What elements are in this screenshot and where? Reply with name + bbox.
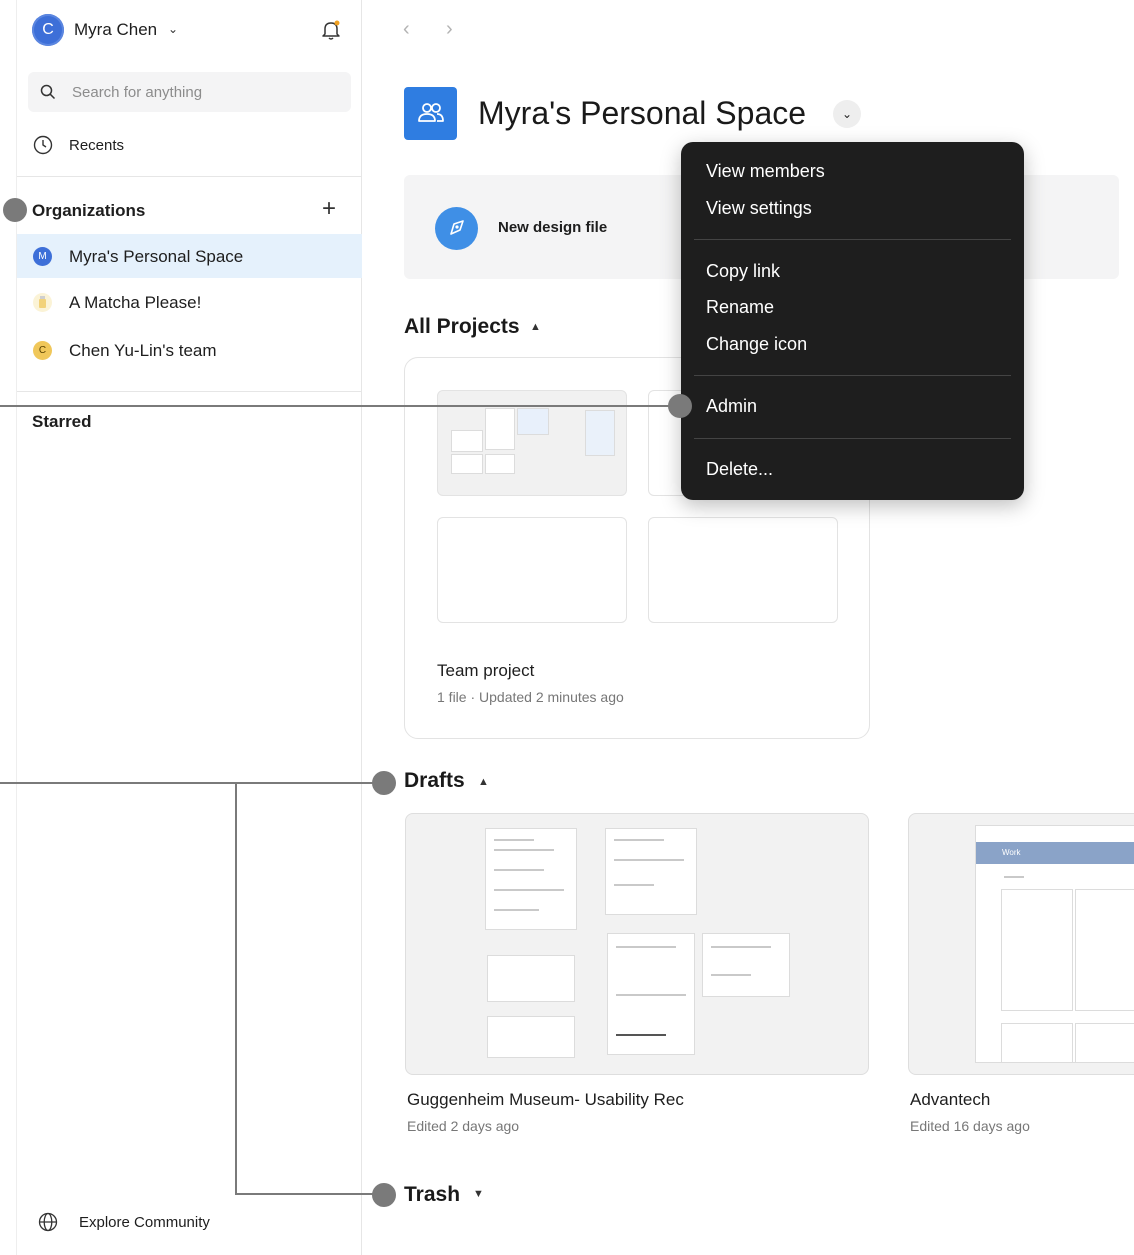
pen-tool-icon[interactable] (435, 207, 478, 250)
menu-item-copy-link[interactable]: Copy link (706, 261, 780, 282)
annotation-dot (372, 771, 396, 795)
sidebar-item-label: A Matcha Please! (69, 293, 202, 312)
thumbnail-frame (703, 934, 789, 996)
thumbnail-frame: Work (976, 826, 1134, 1062)
chevron-down-icon[interactable]: ▼ (473, 1188, 484, 1200)
divider (17, 391, 362, 392)
search-box[interactable] (28, 72, 351, 112)
draft-name[interactable]: Advantech (910, 1090, 990, 1110)
thumbnail-frame (606, 829, 696, 914)
draft-meta: Edited 2 days ago (407, 1118, 520, 1134)
explore-community-label: Explore Community (79, 1214, 210, 1231)
thumbnail-header: Work (976, 842, 1134, 864)
chevron-down-icon[interactable]: ⌄ (833, 100, 861, 128)
menu-item-admin[interactable]: Admin (706, 396, 757, 417)
chevron-up-icon[interactable]: ▲ (478, 776, 489, 788)
thumbnail-frame (486, 829, 576, 929)
thumbnail-frame (1076, 890, 1134, 1010)
annotation-line (235, 1193, 385, 1195)
all-projects-title[interactable]: All Projects (404, 315, 520, 339)
menu-separator (694, 375, 1011, 376)
globe-icon (38, 1212, 58, 1232)
thumbnail-frame (1076, 1024, 1134, 1062)
organizations-title: Organizations (32, 201, 146, 220)
sidebar-item-a-matcha-please[interactable]: A Matcha Please! (17, 280, 362, 324)
project-thumbnail (648, 517, 838, 623)
project-meta: 1 file · Updated 2 minutes ago (437, 689, 624, 705)
menu-item-delete[interactable]: Delete... (706, 459, 773, 480)
search-input[interactable] (72, 72, 342, 112)
forward-arrow-icon[interactable]: › (446, 18, 453, 41)
menu-separator (694, 239, 1011, 240)
annotation-dot (3, 198, 27, 222)
chevron-down-icon[interactable]: ⌄ (168, 22, 178, 36)
plus-icon[interactable]: + (322, 197, 336, 221)
people-icon (418, 103, 444, 122)
sidebar-item-label: Recents (69, 137, 125, 154)
thumbnail-frame (1002, 890, 1072, 1010)
org-avatar: C (33, 341, 52, 360)
sidebar-item-chen-yu-lins-team[interactable]: C Chen Yu-Lin's team (17, 328, 362, 372)
thumbnail-frame (518, 409, 548, 434)
draft-card-thumbnail[interactable]: Work (908, 813, 1134, 1075)
matcha-icon (33, 293, 52, 312)
divider (17, 176, 362, 177)
org-avatar: M (33, 247, 52, 266)
context-menu: View members View settings Copy link Ren… (681, 142, 1024, 500)
chevron-up-icon[interactable]: ▲ (530, 321, 541, 333)
thumbnail-frame (452, 455, 482, 473)
annotation-dot (668, 394, 692, 418)
drafts-title[interactable]: Drafts (404, 769, 465, 793)
menu-separator (694, 438, 1011, 439)
thumbnail-frame (488, 956, 574, 1001)
avatar[interactable]: C (32, 14, 64, 46)
thumbnail-frame (1002, 1024, 1072, 1062)
thumbnail-frame (452, 431, 482, 451)
annotation-line (235, 782, 237, 1195)
user-switcher[interactable]: C Myra Chen ⌄ (17, 12, 362, 48)
menu-item-view-settings[interactable]: View settings (706, 198, 812, 219)
clock-icon (33, 135, 53, 155)
sidebar-item-myras-personal-space[interactable]: M Myra's Personal Space (17, 234, 362, 278)
annotation-line (0, 405, 680, 407)
thumbnail-frame (586, 411, 614, 455)
sidebar-item-label: Chen Yu-Lin's team (69, 341, 217, 360)
explore-community-link[interactable]: Explore Community (17, 1206, 362, 1240)
draft-meta: Edited 16 days ago (910, 1118, 1030, 1134)
project-thumbnail (437, 517, 627, 623)
search-icon (40, 84, 56, 100)
bell-icon[interactable] (319, 18, 343, 42)
new-design-file-button[interactable]: New design file (498, 219, 607, 236)
thumbnail-frame (486, 409, 514, 449)
menu-item-change-icon[interactable]: Change icon (706, 334, 807, 355)
trash-title[interactable]: Trash (404, 1183, 460, 1207)
annotation-dot (372, 1183, 396, 1207)
sidebar-item-label: Myra's Personal Space (69, 247, 244, 266)
starred-title: Starred (32, 412, 92, 431)
menu-item-rename[interactable]: Rename (706, 297, 774, 318)
menu-item-view-members[interactable]: View members (706, 161, 825, 182)
annotation-line (0, 782, 384, 784)
thumbnail-frame (486, 455, 514, 473)
project-name: Team project (437, 661, 535, 680)
draft-name[interactable]: Guggenheim Museum- Usability Rec (407, 1090, 684, 1110)
thumbnail-frame (488, 1017, 574, 1057)
thumbnail-frame (608, 934, 694, 1054)
sidebar-item-recents[interactable]: Recents (17, 128, 362, 162)
organizations-header: Organizations + (17, 195, 362, 225)
draft-card-thumbnail[interactable] (405, 813, 869, 1075)
user-name[interactable]: Myra Chen (74, 20, 157, 40)
space-icon (404, 87, 457, 140)
back-arrow-icon[interactable]: ‹ (403, 18, 410, 41)
page-title: Myra's Personal Space (478, 95, 807, 131)
sidebar: C Myra Chen ⌄ Recents Organizations + M (16, 0, 362, 1255)
